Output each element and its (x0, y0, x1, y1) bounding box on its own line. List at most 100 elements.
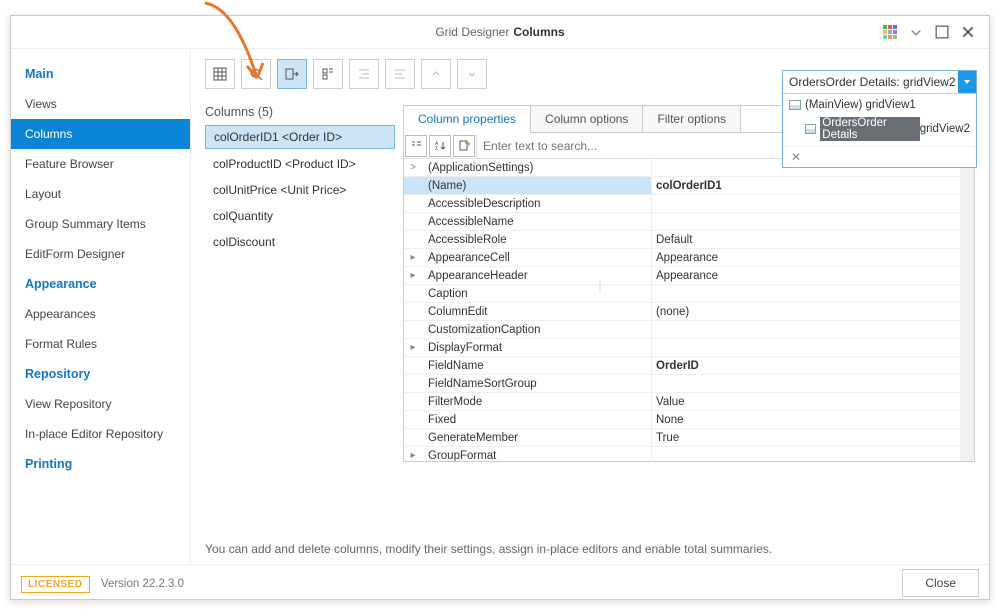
property-grid[interactable]: (ApplicationSettings)>(Name)colOrderID1A… (404, 159, 974, 461)
footer: LICENSED Version 22.2.3.0 Close (11, 564, 989, 600)
title-section: Columns (513, 25, 564, 39)
property-label: CustomizationCaption (404, 321, 652, 338)
close-button[interactable]: Close (902, 569, 979, 597)
property-label: AppearanceHeader▸ (404, 267, 652, 284)
property-row[interactable]: FieldNameOrderID (404, 357, 960, 375)
sidebar-section-printing: Printing (11, 449, 190, 479)
property-value[interactable]: None (652, 411, 960, 428)
property-row[interactable]: AccessibleName (404, 213, 960, 231)
column-item[interactable]: colOrderID1 <Order ID> (205, 125, 395, 149)
property-label: ColumnEdit (404, 303, 652, 320)
view-dropdown-list: (MainView) gridView1OrdersOrder Details … (783, 93, 976, 146)
columns-list-panel: Columns (5) colOrderID1 <Order ID>colPro… (205, 105, 395, 462)
expand-icon[interactable]: ▸ (408, 252, 418, 263)
expand-icon[interactable]: ▸ (408, 342, 418, 353)
designer-window: Grid Designer Columns MainViewsColumnsFe… (10, 15, 990, 600)
tab-column-properties[interactable]: Column properties (404, 106, 531, 133)
titlebar: Grid Designer Columns (11, 16, 989, 48)
maximize-icon[interactable] (929, 19, 955, 45)
sidebar-item-layout[interactable]: Layout (11, 179, 190, 209)
property-row[interactable]: FixedNone (404, 411, 960, 429)
property-row[interactable]: (Name)colOrderID1 (404, 177, 960, 195)
sidebar-item-in-place-editor-repository[interactable]: In-place Editor Repository (11, 419, 190, 449)
property-label: FilterMode (404, 393, 652, 410)
property-row[interactable]: ColumnEdit(none) (404, 303, 960, 321)
property-row[interactable]: DisplayFormat▸ (404, 339, 960, 357)
tool-search-icon[interactable] (241, 59, 271, 89)
column-item[interactable]: colProductID <Product ID> (205, 153, 395, 175)
tool-outdent-icon[interactable] (385, 59, 415, 89)
sidebar-item-columns[interactable]: Columns (11, 119, 190, 149)
sort-categorized-icon[interactable] (405, 135, 427, 157)
property-row[interactable]: AccessibleRoleDefault (404, 231, 960, 249)
property-row[interactable]: CustomizationCaption (404, 321, 960, 339)
property-row[interactable]: GroupFormat▸ (404, 447, 960, 461)
tab-column-options[interactable]: Column options (531, 106, 643, 132)
property-value[interactable]: Value (652, 393, 960, 410)
property-label: Fixed (404, 411, 652, 428)
splitter[interactable]: ⋮⋮⋮⋮ (596, 283, 602, 343)
property-value[interactable] (652, 195, 960, 212)
property-pages-icon[interactable] (453, 135, 475, 157)
tab-filter-options[interactable]: Filter options (643, 106, 741, 132)
sidebar-item-format-rules[interactable]: Format Rules (11, 329, 190, 359)
property-label: AccessibleName (404, 213, 652, 230)
sort-alpha-icon[interactable]: AZ (429, 135, 451, 157)
property-row[interactable]: AppearanceHeader▸Appearance (404, 267, 960, 285)
property-row[interactable]: FieldNameSortGroup (404, 375, 960, 393)
view-dropdown-selected[interactable]: OrdersOrder Details: gridView2 (783, 71, 958, 93)
property-value[interactable]: Default (652, 231, 960, 248)
sidebar-section-appearance: Appearance (11, 269, 190, 299)
property-row[interactable]: AccessibleDescription (404, 195, 960, 213)
sidebar-item-group-summary-items[interactable]: Group Summary Items (11, 209, 190, 239)
palette-icon[interactable] (877, 19, 903, 45)
property-value[interactable] (652, 213, 960, 230)
tool-insert-icon[interactable] (313, 59, 343, 89)
tool-grid-icon[interactable] (205, 59, 235, 89)
property-value[interactable]: OrderID (652, 357, 960, 374)
view-dropdown-item[interactable]: OrdersOrder Details gridView2 (783, 114, 976, 144)
sidebar-item-view-repository[interactable]: View Repository (11, 389, 190, 419)
palette-chevron-icon[interactable] (903, 19, 929, 45)
property-value[interactable] (652, 321, 960, 338)
property-value[interactable]: Appearance (652, 249, 960, 266)
tool-retrieve-icon[interactable] (277, 59, 307, 89)
property-value[interactable] (652, 285, 960, 302)
property-row[interactable]: AppearanceCell▸Appearance (404, 249, 960, 267)
tool-indent-icon[interactable] (349, 59, 379, 89)
tool-down-icon[interactable] (457, 59, 487, 89)
property-value[interactable] (652, 375, 960, 392)
expand-icon[interactable]: ▸ (408, 450, 418, 461)
column-item[interactable]: colUnitPrice <Unit Price> (205, 179, 395, 201)
sidebar-item-views[interactable]: Views (11, 89, 190, 119)
view-dropdown-item[interactable]: (MainView) gridView1 (783, 96, 976, 114)
property-label: FieldNameSortGroup (404, 375, 652, 392)
property-value[interactable]: colOrderID1 (652, 177, 960, 194)
help-text: You can add and delete columns, modify t… (205, 542, 772, 556)
property-value[interactable] (652, 447, 960, 461)
sidebar-item-feature-browser[interactable]: Feature Browser (11, 149, 190, 179)
property-label: FieldName (404, 357, 652, 374)
sidebar-item-editform-designer[interactable]: EditForm Designer (11, 239, 190, 269)
tool-up-icon[interactable] (421, 59, 451, 89)
property-row[interactable]: Caption (404, 285, 960, 303)
property-value[interactable]: True (652, 429, 960, 446)
sidebar-item-appearances[interactable]: Appearances (11, 299, 190, 329)
property-value[interactable]: (none) (652, 303, 960, 320)
property-value[interactable]: Appearance (652, 267, 960, 284)
property-row[interactable]: FilterModeValue (404, 393, 960, 411)
column-item[interactable]: colQuantity (205, 205, 395, 227)
property-row[interactable]: GenerateMemberTrue (404, 429, 960, 447)
expand-icon[interactable]: ▸ (408, 270, 418, 281)
column-item[interactable]: colDiscount (205, 231, 395, 253)
close-icon[interactable] (955, 19, 981, 45)
view-dropdown: OrdersOrder Details: gridView2 (MainView… (782, 70, 977, 168)
view-dropdown-close-icon[interactable]: ✕ (783, 146, 976, 167)
property-value[interactable] (652, 339, 960, 356)
licensed-badge: LICENSED (21, 576, 90, 593)
expand-icon[interactable]: > (408, 162, 418, 173)
scrollbar-thumb[interactable] (961, 161, 973, 281)
svg-text:Z: Z (435, 146, 438, 151)
grid-icon (789, 100, 801, 110)
view-dropdown-button[interactable] (958, 71, 976, 93)
